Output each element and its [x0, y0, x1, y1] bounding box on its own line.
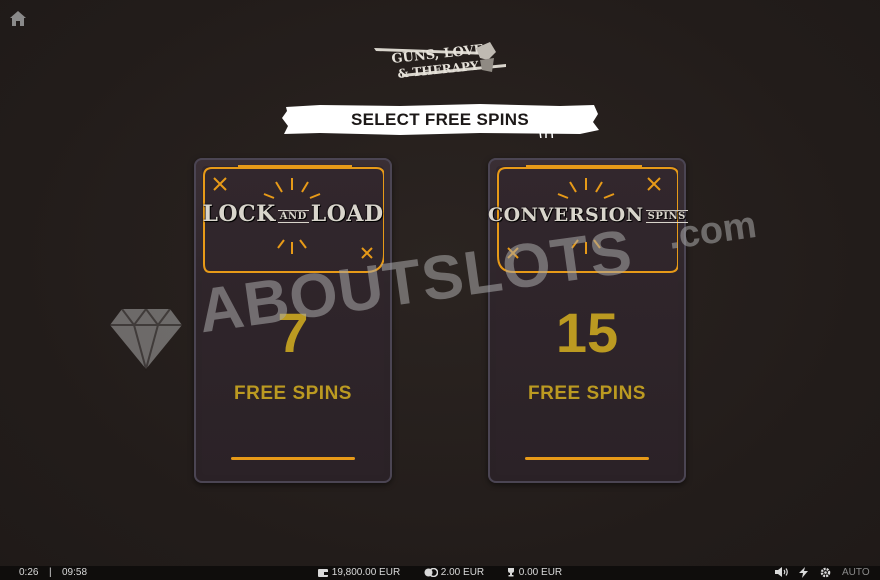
spin-count: 7	[277, 301, 309, 364]
home-button[interactable]	[9, 10, 27, 28]
option-name: LOCK AND LOAD	[194, 201, 392, 227]
diamond-icon	[110, 307, 182, 371]
status-separator: |	[49, 567, 52, 578]
turbo-button[interactable]	[799, 566, 808, 580]
win-display: 0.00 EUR	[506, 566, 562, 580]
option-name-part-a: CONVERSION	[488, 204, 644, 226]
coins-icon	[424, 567, 438, 577]
option-card-lock-and-load[interactable]: LOCK AND LOAD 7 FREE SPINS	[194, 158, 392, 483]
turbo-icon	[799, 566, 808, 578]
clock: 09:58	[62, 567, 88, 578]
trophy-icon	[508, 568, 514, 577]
autoplay-button[interactable]: AUTO	[842, 566, 870, 580]
option-name-part-b: LOAD	[310, 201, 384, 227]
session-time: 0:26	[19, 567, 39, 578]
sound-icon	[775, 567, 788, 578]
home-icon	[10, 11, 26, 26]
status-bar: 0:26 | 09:58 19,800.00 EUR 2.00 EUR 0.00…	[0, 566, 880, 580]
card-divider	[231, 457, 355, 460]
option-name-part-a: LOCK	[202, 201, 276, 227]
spin-label: FREE SPINS	[528, 383, 646, 404]
spin-label: FREE SPINS	[234, 383, 352, 404]
option-card-conversion-spins[interactable]: CONVERSION SPINS 15 FREE SPINS	[488, 158, 688, 483]
settings-button[interactable]	[820, 566, 831, 580]
bet-display[interactable]: 2.00 EUR	[424, 566, 484, 580]
option-name-small: AND	[277, 210, 309, 223]
balance-value: 19,800.00 EUR	[331, 567, 401, 578]
game-screen: GUNS, LOVE & THERAPY SELECT FREE SPINS L…	[0, 0, 880, 580]
banner-title: SELECT FREE SPINS	[351, 110, 529, 129]
option-name: CONVERSION SPINS	[488, 201, 688, 227]
game-logo: GUNS, LOVE & THERAPY	[372, 38, 512, 88]
spin-count: 15	[555, 301, 619, 364]
settings-icon	[820, 567, 831, 578]
card-divider	[525, 457, 649, 460]
balance-display: 19,800.00 EUR	[318, 566, 400, 580]
sound-button[interactable]	[775, 566, 789, 580]
wallet-icon	[318, 568, 329, 577]
win-value: 0.00 EUR	[518, 567, 563, 578]
select-banner: SELECT FREE SPINS	[280, 102, 600, 138]
bet-value: 2.00 EUR	[440, 567, 485, 578]
option-name-small: SPINS	[645, 210, 688, 223]
